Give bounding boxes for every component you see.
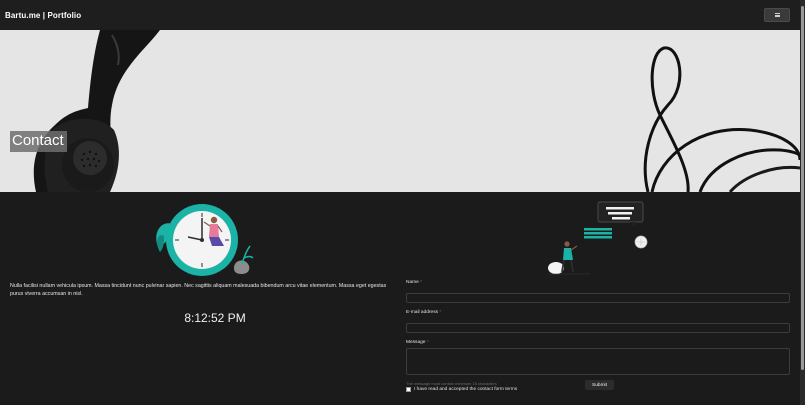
brand-link[interactable]: Bartu.me | Portfolio [5, 11, 81, 20]
message-label-text: Message [406, 340, 426, 345]
message-textarea[interactable] [406, 348, 790, 375]
name-input[interactable] [406, 293, 790, 303]
contact-section: Nulla facilisi nullam vehicula ipsum. Ma… [0, 192, 800, 405]
terms-checkbox[interactable] [406, 387, 411, 392]
message-label: Message * [406, 340, 790, 346]
telephone-photo [0, 30, 800, 192]
live-clock: 8:12:52 PM [184, 311, 246, 325]
page-scrollbar[interactable] [800, 0, 805, 405]
scrollbar-thumb[interactable] [801, 6, 804, 370]
chat-illustration [548, 201, 648, 275]
hero-banner: Contact [0, 30, 800, 192]
required-mark: * [420, 280, 423, 285]
hamburger-menu-icon [774, 13, 780, 17]
terms-label: I have read and accepted the contact for… [414, 387, 518, 392]
navbar-toggle-button[interactable] [764, 8, 790, 22]
submit-button[interactable]: Submit [585, 380, 614, 390]
navbar: Bartu.me | Portfolio [0, 0, 800, 30]
name-label-text: Name [406, 280, 419, 285]
description-text: Nulla facilisi nullam vehicula ipsum. Ma… [10, 283, 387, 297]
page-title: Contact [10, 131, 67, 152]
clock-illustration [156, 204, 254, 276]
email-input[interactable] [406, 323, 790, 333]
name-label: Name * [406, 280, 790, 286]
email-label: E-mail address * [406, 310, 790, 316]
email-label-text: E-mail address [406, 310, 438, 315]
contact-form: Name * E-mail address * Message * The me… [406, 280, 790, 392]
required-mark: * [439, 310, 442, 315]
required-mark: * [426, 340, 429, 345]
